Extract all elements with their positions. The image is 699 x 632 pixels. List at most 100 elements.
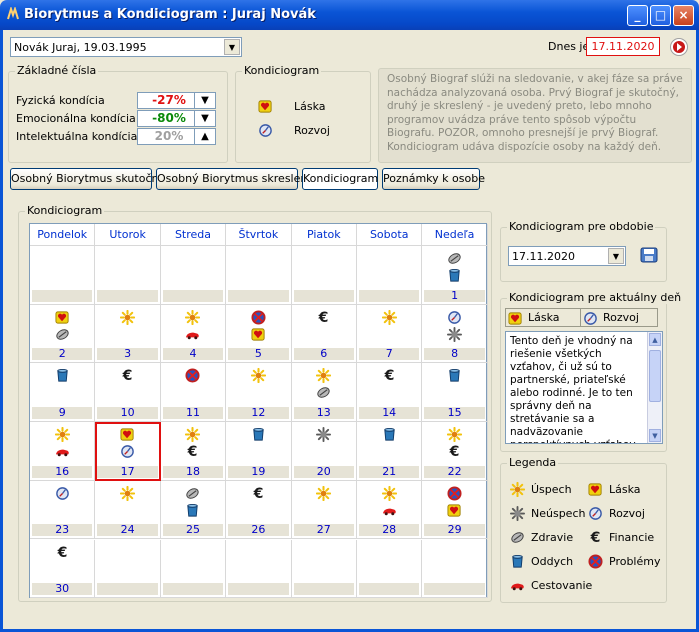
calendar-day-cell[interactable]: 9 — [30, 363, 96, 423]
laska-icon — [258, 100, 272, 113]
calendar-day-cell[interactable]: 15 — [422, 363, 488, 423]
basic-row-arrow[interactable]: ▲ — [194, 128, 216, 145]
legend-item: € Financie — [588, 530, 655, 545]
scroll-thumb[interactable] — [649, 350, 661, 402]
calendar-day-cell[interactable]: 8 — [422, 304, 488, 364]
day-item: Rozvoj — [580, 308, 658, 327]
neuspech-icon — [316, 427, 332, 443]
calendar-day-number-empty — [228, 583, 289, 596]
zdravie-icon — [317, 387, 330, 399]
svg-text:€: € — [56, 545, 67, 560]
calendar-day-number: 6 — [293, 348, 354, 361]
calendar-day-number: 12 — [228, 407, 289, 420]
calendar-day-cell[interactable]: 17 — [95, 422, 161, 481]
calendar-day-cell[interactable]: 28 — [357, 480, 423, 540]
calendar-day-number: 16 — [32, 465, 93, 478]
calendar-day-cell[interactable]: 1 — [422, 246, 488, 305]
calendar-day-cell[interactable]: 21 — [357, 422, 423, 481]
calendar-day-cell[interactable]: 3 — [95, 304, 161, 364]
calendar-day-number: 2 — [32, 348, 93, 361]
oddych-icon — [56, 369, 68, 382]
calendar-day-cell[interactable]: €22 — [422, 422, 488, 481]
title-bar[interactable]: Biorytmus a Kondiciogram : Juraj Novák _… — [0, 0, 699, 30]
calendar-day-cell[interactable]: €6 — [291, 304, 357, 364]
app-icon — [7, 7, 19, 20]
today-label: Dnes je — [548, 40, 590, 53]
calendar-day-header: Utorok — [95, 224, 161, 246]
info-text: Osobný Biograf slúži na sledovanie, v ak… — [378, 68, 692, 163]
calendar-day-cell[interactable]: 19 — [226, 422, 292, 481]
calendar-empty-cell — [160, 246, 227, 305]
day-description[interactable]: Tento deň je vhodný na riešenie všetkých… — [505, 331, 663, 444]
calendar-day-cell[interactable]: 20 — [291, 422, 357, 481]
minimize-button[interactable]: _ — [627, 5, 648, 26]
uspech-icon — [54, 427, 70, 443]
person-select[interactable]: Novák Juraj, 19.03.1995 ▼ — [10, 37, 242, 57]
calendar-day-cell[interactable]: 13 — [291, 363, 357, 423]
legend-item: Problémy — [588, 554, 660, 569]
calendar-day-number: 17 — [97, 465, 158, 478]
uspech-icon — [447, 427, 463, 443]
calendar-day-cell[interactable]: 24 — [95, 480, 161, 540]
neuspech-icon — [510, 506, 525, 521]
tab-0[interactable]: Osobný Biorytmus skutočný — [10, 168, 165, 190]
scroll-up-icon[interactable]: ▲ — [649, 333, 661, 346]
rozvoj-icon — [589, 507, 602, 520]
calendar-day-cell[interactable]: €18 — [160, 422, 227, 481]
svg-text:€: € — [187, 444, 198, 459]
calendar-day-cell[interactable]: 23 — [30, 480, 96, 540]
calendar-day-cell[interactable]: €26 — [226, 480, 292, 540]
calendar-day-cell[interactable]: 2 — [30, 304, 96, 364]
calendar-day-cell[interactable]: €14 — [357, 363, 423, 423]
calendar-day-cell[interactable]: 12 — [226, 363, 292, 423]
calendar-day-number: 3 — [97, 348, 158, 361]
financie-icon: € — [187, 444, 198, 459]
zdravie-icon — [56, 328, 69, 340]
legend-item: Zdravie — [510, 530, 573, 545]
calendar-day-cell[interactable]: 11 — [160, 363, 227, 423]
calendar-day-cell[interactable]: 29 — [422, 480, 488, 540]
calendar-day-cell[interactable]: 27 — [291, 480, 357, 540]
uspech-icon — [120, 485, 136, 501]
calendar-day-number-empty — [293, 583, 354, 596]
legend-item: Úspech — [510, 482, 572, 497]
svg-text:€: € — [252, 486, 263, 501]
tab-1[interactable]: Osobný Biorytmus skreslený — [156, 168, 314, 190]
tab-2[interactable]: Kondiciogram — [302, 168, 378, 190]
legend-item-label: Úspech — [531, 483, 572, 496]
calendar-day-cell[interactable]: €30 — [30, 539, 96, 599]
laska-icon — [447, 504, 461, 517]
calendar-empty-cell — [160, 539, 227, 599]
calendar-day-header: Štvrtok — [226, 224, 292, 246]
financie-icon: € — [383, 369, 394, 384]
calendar-day-cell[interactable]: 25 — [160, 480, 227, 540]
period-date-select[interactable]: 17.11.2020 ▼ — [508, 246, 626, 266]
calendar-day-cell[interactable]: 16 — [30, 422, 96, 481]
close-button[interactable]: × — [673, 5, 694, 26]
calendar-day-cell[interactable]: 5 — [226, 304, 292, 364]
zdravie-icon — [511, 532, 524, 543]
calendar-day-cell[interactable]: 4 — [160, 304, 227, 364]
uspech-icon — [185, 427, 201, 443]
calendar-day-number: 26 — [228, 524, 289, 537]
calendar-day-number: 10 — [97, 407, 158, 420]
chevron-down-icon[interactable]: ▼ — [224, 39, 240, 55]
next-button[interactable] — [670, 38, 688, 56]
day-description-scrollbar[interactable]: ▲ ▼ — [647, 332, 662, 443]
tab-3[interactable]: Poznámky k osobe — [382, 168, 485, 190]
calendar-day-header: Streda — [160, 224, 227, 246]
calendar-day-cell[interactable]: 7 — [357, 304, 423, 364]
scroll-down-icon[interactable]: ▼ — [649, 429, 661, 442]
uspech-icon — [250, 368, 266, 384]
calendar-empty-cell — [357, 539, 423, 599]
legend-item-label: Láska — [609, 483, 641, 496]
basic-row-arrow[interactable]: ▼ — [194, 92, 216, 109]
save-icon[interactable] — [640, 246, 658, 264]
calendar-day-cell[interactable]: €10 — [95, 363, 161, 423]
maximize-button[interactable]: □ — [650, 5, 671, 26]
financie-icon: € — [590, 530, 601, 545]
oddych-icon — [449, 369, 460, 382]
calendar-day-number-empty — [162, 289, 224, 302]
chevron-down-icon[interactable]: ▼ — [608, 248, 624, 264]
basic-row-arrow[interactable]: ▼ — [194, 110, 216, 127]
